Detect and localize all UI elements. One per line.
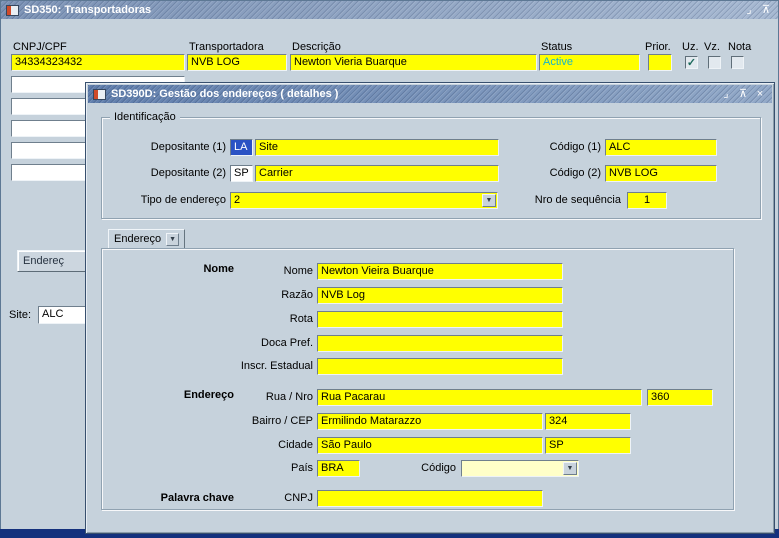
nro-sequencia-field[interactable]: 1	[627, 192, 667, 209]
cidade-label: Cidade	[201, 439, 313, 452]
uf-field[interactable]: SP	[545, 437, 631, 454]
depositante1-label: Depositante (1)	[111, 141, 226, 154]
close-icon[interactable]: ×	[753, 88, 767, 101]
col-header-descricao: Descrição	[292, 41, 341, 54]
maximize-icon[interactable]: ⊼	[736, 88, 750, 101]
restore-icon[interactable]: ⌟	[719, 88, 733, 101]
nro-sequencia-label: Nro de sequência	[496, 194, 621, 207]
form-icon	[93, 89, 106, 100]
cnpj-dialog-field[interactable]	[317, 490, 543, 507]
mdi-root: SD350: Transportadoras ⌟ ⊼ CNPJ/CPF Tran…	[0, 0, 779, 538]
nome-label: Nome	[201, 265, 313, 278]
dialog-titlebar[interactable]: SD390D: Gestão dos endereços ( detalhes …	[88, 85, 772, 103]
cep-field[interactable]: 324	[545, 413, 631, 430]
transportadora-field[interactable]: NVB LOG	[187, 54, 287, 71]
uz-checkbox[interactable]	[685, 56, 698, 69]
nome-field[interactable]: Newton Vieira Buarque	[317, 263, 563, 280]
col-header-status: Status	[541, 41, 572, 54]
chevron-down-icon[interactable]	[482, 194, 496, 207]
tab-endereco-label: Endereço	[114, 233, 161, 245]
codigo1-field[interactable]: ALC	[605, 139, 717, 156]
restore-icon[interactable]: ⌟	[742, 4, 756, 17]
codigo2-field[interactable]: NVB LOG	[605, 165, 717, 182]
col-header-nota: Nota	[728, 41, 751, 54]
razao-field[interactable]: NVB Log	[317, 287, 563, 304]
status-field[interactable]: Active	[539, 54, 640, 71]
inscr-estadual-field[interactable]	[317, 358, 563, 375]
depositante2-desc-field[interactable]: Carrier	[255, 165, 499, 182]
col-header-transportadora: Transportadora	[189, 41, 264, 54]
codigo2-label: Código (2)	[511, 167, 601, 180]
vz-checkbox[interactable]	[708, 56, 721, 69]
razao-label: Razão	[201, 289, 313, 302]
bairro-field[interactable]: Ermilindo Matarazzo	[317, 413, 543, 430]
nota-checkbox[interactable]	[731, 56, 744, 69]
main-titlebar[interactable]: SD350: Transportadoras ⌟ ⊼	[1, 1, 778, 19]
rua-field[interactable]: Rua Pacarau	[317, 389, 642, 406]
tab-endereco[interactable]: Endereço	[108, 229, 185, 249]
inscr-estadual-label: Inscr. Estadual	[201, 360, 313, 373]
bairro-cep-label: Bairro / CEP	[201, 415, 313, 428]
rua-nro-label: Rua / Nro	[201, 391, 313, 404]
rota-field[interactable]	[317, 311, 563, 328]
depositante2-label: Depositante (2)	[111, 167, 226, 180]
codigo-dropdown[interactable]	[461, 460, 579, 477]
codigo-label: Código	[371, 462, 456, 475]
tipo-endereco-label: Tipo de endereço	[111, 194, 226, 207]
descricao-field[interactable]: Newton Vieria Buarque	[290, 54, 537, 71]
depositante1-desc-field[interactable]: Site	[255, 139, 499, 156]
chevron-down-icon[interactable]	[563, 462, 577, 475]
codigo1-label: Código (1)	[511, 141, 601, 154]
doca-pref-field[interactable]	[317, 335, 563, 352]
dialog-title: SD390D: Gestão dos endereços ( detalhes …	[111, 88, 338, 100]
maximize-icon[interactable]: ⊼	[759, 4, 773, 17]
col-header-cnpj: CNPJ/CPF	[13, 41, 67, 54]
doca-pref-label: Doca Pref.	[201, 337, 313, 350]
site-field[interactable]: ALC	[38, 306, 88, 324]
dialog-gestao-enderecos: SD390D: Gestão dos endereços ( detalhes …	[85, 82, 775, 534]
cidade-field[interactable]: São Paulo	[317, 437, 543, 454]
depositante1-code-field[interactable]: LA	[230, 139, 253, 156]
pais-field[interactable]: BRA	[317, 460, 360, 477]
col-header-vz: Vz.	[704, 41, 720, 54]
col-header-prior: Prior.	[645, 41, 671, 54]
tipo-endereco-dropdown[interactable]: 2	[230, 192, 498, 209]
main-window-controls: ⌟ ⊼	[742, 4, 773, 17]
identificacao-legend: Identificação	[110, 110, 180, 124]
site-label: Site:	[9, 309, 31, 322]
depositante2-code-field[interactable]: SP	[230, 165, 253, 182]
cnpj-dialog-label: CNPJ	[201, 492, 313, 505]
rota-label: Rota	[201, 313, 313, 326]
dialog-window-controls: ⌟ ⊼ ×	[719, 88, 767, 101]
col-header-uz: Uz.	[682, 41, 699, 54]
main-window-title: SD350: Transportadoras	[24, 4, 151, 16]
prior-field[interactable]	[648, 54, 672, 71]
tab-list-icon[interactable]	[166, 233, 179, 246]
cnpj-field[interactable]: 34334323432	[11, 54, 185, 71]
pais-label: País	[201, 462, 313, 475]
form-icon	[6, 5, 19, 16]
tipo-endereco-value: 2	[234, 194, 240, 206]
enderecos-button[interactable]: Endereç	[17, 250, 93, 272]
nro-field[interactable]: 360	[647, 389, 713, 406]
